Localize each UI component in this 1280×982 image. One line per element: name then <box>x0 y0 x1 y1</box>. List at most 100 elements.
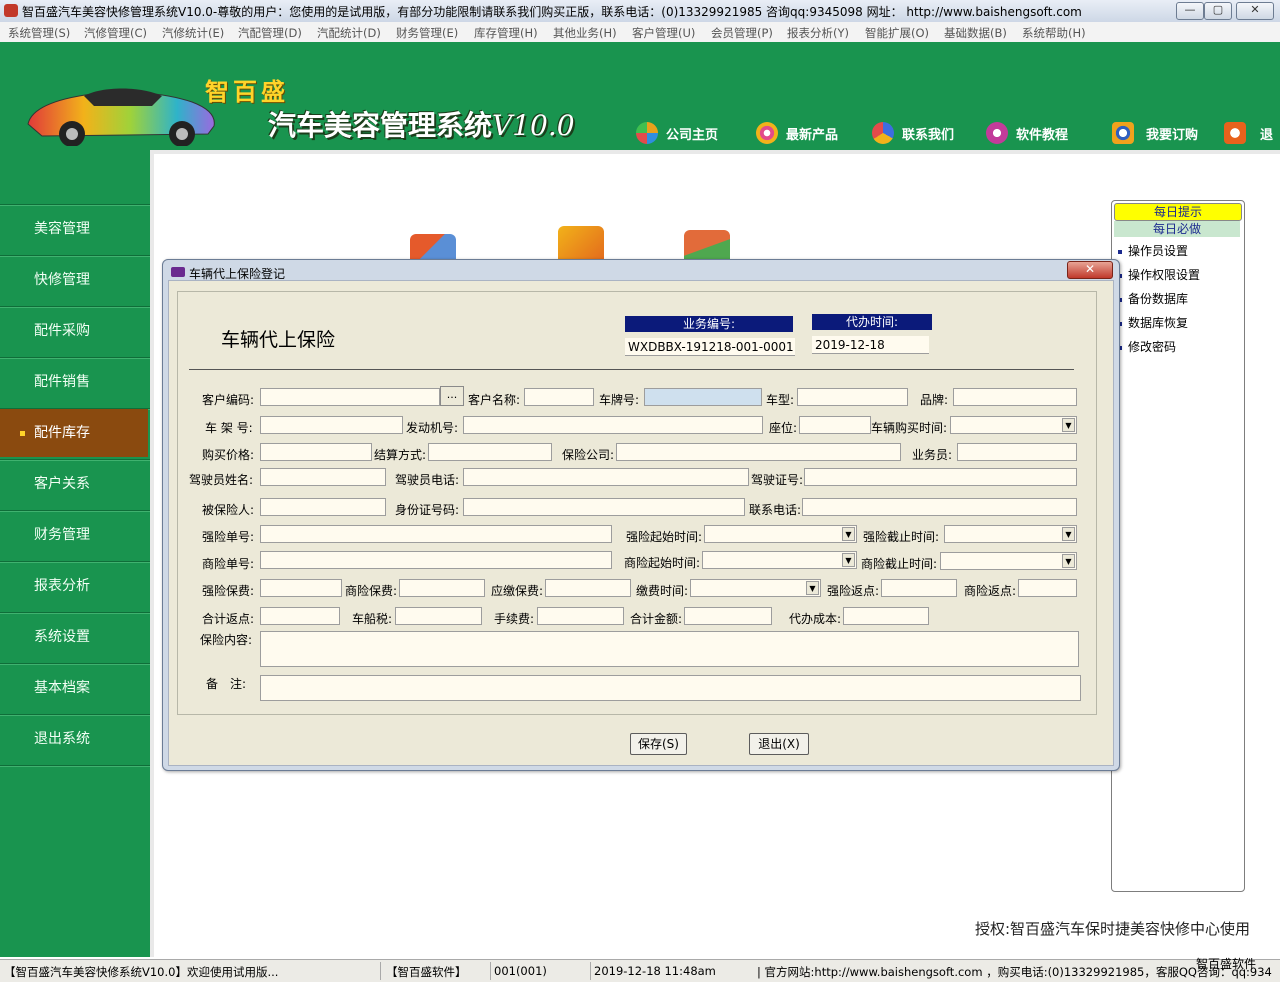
link-operator-settings[interactable]: 操作员设置 <box>1118 242 1188 259</box>
menu-parts-stats[interactable]: 汽配统计(D) <box>317 25 381 41</box>
bi-end-select[interactable] <box>940 552 1077 570</box>
link-backup-database[interactable]: 备份数据库 <box>1118 290 1188 307</box>
ci-end-select[interactable] <box>944 525 1077 543</box>
menu-report[interactable]: 报表分析(Y) <box>787 25 849 41</box>
nav-tutorials[interactable]: 软件教程 <box>986 118 1068 148</box>
customer-lookup-button[interactable]: ... <box>440 386 464 406</box>
sidebar-item-finance[interactable]: 财务管理 <box>0 511 148 559</box>
remark-textarea[interactable] <box>260 675 1081 701</box>
brand-input[interactable] <box>953 388 1077 406</box>
driver-phone-input[interactable] <box>463 468 749 486</box>
total-rebate-input[interactable] <box>260 607 340 625</box>
insurance-content-textarea[interactable] <box>260 631 1079 667</box>
biz-no-value: WXDBBX-191218-001-0001 <box>625 338 795 356</box>
vessel-tax-input[interactable] <box>395 607 482 625</box>
exit-dialog-button[interactable]: 退出(X) <box>749 733 809 755</box>
nav-order[interactable]: 我要订购 <box>1112 118 1198 148</box>
link-permission-settings[interactable]: 操作权限设置 <box>1118 266 1200 283</box>
sidebar-item-basic-files[interactable]: 基本档案 <box>0 664 148 712</box>
sidebar-item-parts-sales[interactable]: 配件销售 <box>0 358 148 406</box>
menu-member[interactable]: 会员管理(P) <box>711 25 773 41</box>
contact-icon <box>872 122 894 144</box>
customer-code-label: 客户编码: <box>202 393 255 407</box>
bi-no-input[interactable] <box>260 551 612 569</box>
settle-input[interactable] <box>428 443 552 461</box>
insurer-label: 保险公司: <box>562 448 615 462</box>
ci-start-label: 强险起始时间: <box>626 530 703 544</box>
customer-code-input[interactable] <box>260 388 440 406</box>
contact-phone-input[interactable] <box>802 498 1077 516</box>
status-company: 【智百盛软件】 <box>386 965 467 979</box>
driver-name-input[interactable] <box>260 468 386 486</box>
brand-version: V10.0 <box>492 109 575 142</box>
license-no-input[interactable] <box>804 468 1077 486</box>
bi-no-label: 商险单号: <box>202 557 255 571</box>
seats-input[interactable] <box>799 416 871 434</box>
nav-label: 退 <box>1260 127 1274 143</box>
salesman-input[interactable] <box>957 443 1077 461</box>
frame-no-label: 车 架 号: <box>205 421 253 435</box>
sidebar-item-reports[interactable]: 报表分析 <box>0 562 148 610</box>
save-button[interactable]: 保存(S) <box>630 733 687 755</box>
engine-no-input[interactable] <box>463 416 763 434</box>
driver-name-label: 驾驶员姓名: <box>189 473 254 487</box>
buy-time-select[interactable] <box>950 416 1077 434</box>
remark-label: 备 注: <box>206 677 247 691</box>
sidebar-item-settings[interactable]: 系统设置 <box>0 613 148 661</box>
bi-start-select[interactable] <box>702 551 857 569</box>
sidebar-item-quick-repair[interactable]: 快修管理 <box>0 256 148 304</box>
bi-fee-input[interactable] <box>399 579 485 597</box>
ci-fee-input[interactable] <box>260 579 342 597</box>
pay-time-select[interactable] <box>690 579 821 597</box>
id-no-input[interactable] <box>463 498 745 516</box>
dialog-close-button[interactable]: ✕ <box>1067 261 1113 279</box>
insured-input[interactable] <box>260 498 386 516</box>
close-button[interactable]: ✕ <box>1236 2 1274 20</box>
sidebar-item-parts-inventory[interactable]: 配件库存 <box>0 409 148 457</box>
sidebar-item-beauty[interactable]: 美容管理 <box>0 205 148 253</box>
menu-inventory[interactable]: 库存管理(H) <box>474 25 538 41</box>
due-fee-input[interactable] <box>545 579 631 597</box>
brand-label: 品牌: <box>920 393 949 407</box>
frame-no-input[interactable] <box>260 416 403 434</box>
menu-other[interactable]: 其他业务(H) <box>553 25 617 41</box>
maximize-button[interactable]: ▢ <box>1204 2 1232 20</box>
minimize-button[interactable]: — <box>1176 2 1204 20</box>
sidebar-item-exit[interactable]: 退出系统 <box>0 715 148 763</box>
ci-start-select[interactable] <box>704 525 857 543</box>
menu-base-data[interactable]: 基础数据(B) <box>944 25 1007 41</box>
plate-label: 车牌号: <box>599 393 640 407</box>
total-amount-input[interactable] <box>684 607 772 625</box>
agency-cost-input[interactable] <box>843 607 929 625</box>
nav-exit[interactable]: 退 <box>1224 118 1273 148</box>
link-restore-database[interactable]: 数据库恢复 <box>1118 314 1188 331</box>
menu-repair-stats[interactable]: 汽修统计(E) <box>162 25 224 41</box>
bi-rebate-input[interactable] <box>1018 579 1077 597</box>
flower-icon <box>756 122 778 144</box>
menu-parts[interactable]: 汽配管理(D) <box>238 25 302 41</box>
menu-repair[interactable]: 汽修管理(C) <box>84 25 147 41</box>
menu-finance[interactable]: 财务管理(E) <box>396 25 458 41</box>
ci-no-input[interactable] <box>260 525 612 543</box>
ci-end-label: 强险截止时间: <box>863 530 940 544</box>
sidebar-item-parts-purchase[interactable]: 配件采购 <box>0 307 148 355</box>
menu-help[interactable]: 系统帮助(H) <box>1022 25 1086 41</box>
customer-name-input[interactable] <box>524 388 594 406</box>
menu-customer[interactable]: 客户管理(U) <box>632 25 695 41</box>
nav-contact-us[interactable]: 联系我们 <box>872 118 954 148</box>
plate-input[interactable] <box>644 388 762 406</box>
total-rebate-label: 合计返点: <box>202 612 255 626</box>
menu-system[interactable]: 系统管理(S) <box>8 25 70 41</box>
nav-company-home[interactable]: 公司主页 <box>636 118 718 148</box>
link-change-password[interactable]: 修改密码 <box>1118 338 1176 355</box>
sidebar-item-customer-relations[interactable]: 客户关系 <box>0 460 148 508</box>
total-amount-label: 合计金额: <box>630 612 683 626</box>
insurer-input[interactable] <box>616 443 901 461</box>
nav-new-products[interactable]: 最新产品 <box>756 118 838 148</box>
handling-fee-input[interactable] <box>537 607 624 625</box>
menu-extension[interactable]: 智能扩展(O) <box>865 25 929 41</box>
ci-rebate-input[interactable] <box>881 579 957 597</box>
price-input[interactable] <box>260 443 372 461</box>
content-label: 保险内容: <box>200 633 253 647</box>
model-input[interactable] <box>797 388 908 406</box>
